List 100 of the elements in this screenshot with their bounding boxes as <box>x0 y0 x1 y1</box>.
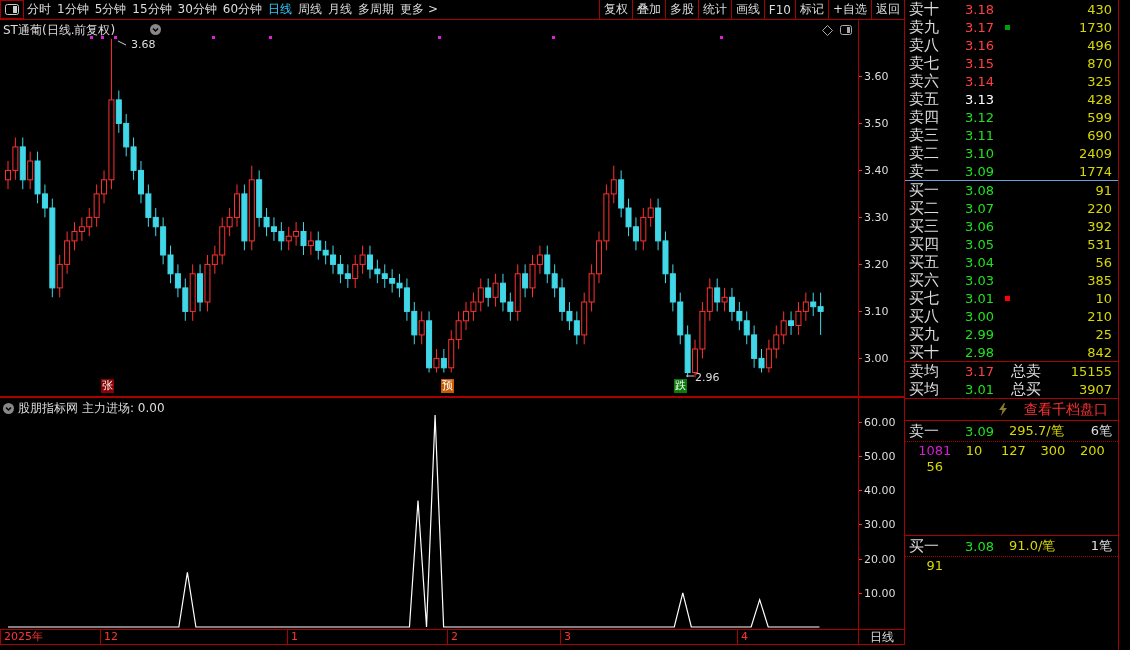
period-tab[interactable]: 多周期 <box>355 0 398 19</box>
level-price: 2.98 <box>965 345 995 360</box>
axis-label: 40.00 <box>864 483 896 497</box>
candlestick <box>307 231 314 256</box>
level-label: 卖九 <box>909 18 940 37</box>
level-volume: 496 <box>1086 38 1112 53</box>
candlestick <box>315 231 322 261</box>
candlestick <box>714 278 721 312</box>
toolbar-button[interactable]: 统计 <box>698 0 732 19</box>
candlestick <box>433 348 440 373</box>
level-price: 3.03 <box>965 273 995 288</box>
level-price: 3.09 <box>965 164 995 179</box>
order-size: 127 <box>1000 443 1027 458</box>
level-volume: 599 <box>1086 110 1112 125</box>
period-tab[interactable]: 周线 <box>295 0 326 19</box>
period-tab[interactable]: 1分钟 <box>54 0 92 19</box>
level-price: 3.13 <box>965 92 995 107</box>
indicator-reading: 主力进场: 0.00 <box>82 400 165 417</box>
period-tab[interactable]: 月线 <box>325 0 356 19</box>
period-tab[interactable]: 30分钟 <box>174 0 220 19</box>
candlestick <box>300 221 307 256</box>
level-volume: 10 <box>1094 291 1112 306</box>
signal-tag: 张 <box>101 379 114 393</box>
period-tab[interactable]: 更多 > <box>397 0 441 19</box>
level-volume: 210 <box>1086 309 1112 324</box>
level-label: 卖七 <box>909 54 940 73</box>
level-label: 卖八 <box>909 36 940 55</box>
level-price: 3.04 <box>965 255 995 270</box>
level-label: 卖二 <box>909 144 940 163</box>
axis-label: 3.20 <box>864 257 889 271</box>
level-price: 3.01 <box>965 291 995 306</box>
order-size: 91 <box>925 558 944 573</box>
chart-title: ST通葡(日线.前复权) <box>3 22 116 39</box>
summary-label: 卖均 <box>909 362 940 381</box>
toolbar-button[interactable]: 画线 <box>731 0 765 19</box>
toolbar-button[interactable]: 返回 <box>872 0 905 19</box>
toolbar-button[interactable]: 叠加 <box>632 0 666 19</box>
axis-label: 3.10 <box>864 304 889 318</box>
date-label: 12 <box>100 630 118 644</box>
level-volume: 385 <box>1086 273 1112 288</box>
candlestick <box>418 310 425 345</box>
axis-label: 10.00 <box>864 586 896 600</box>
toolbar-button[interactable]: 标记 <box>795 0 829 19</box>
depth-link[interactable]: 查看千档盘口 <box>1024 400 1108 419</box>
total-volume: 3907 <box>1077 382 1112 397</box>
candlestick <box>721 287 728 312</box>
date-label: 4 <box>737 630 748 644</box>
level-price: 3.05 <box>965 237 995 252</box>
candlestick <box>544 245 551 284</box>
total-volume: 15155 <box>1069 364 1112 379</box>
axis-label: 3.60 <box>864 69 889 83</box>
candlestick <box>440 348 447 373</box>
order-count: 1笔 <box>1090 537 1112 555</box>
signal-tag: 预 <box>441 379 454 393</box>
level-volume: 690 <box>1086 128 1112 143</box>
date-label: 3 <box>560 630 571 644</box>
average-price: 3.17 <box>965 364 995 379</box>
queue-price: 3.08 <box>965 538 995 554</box>
level-volume: 870 <box>1086 56 1112 71</box>
order-size: 300 <box>1039 443 1067 458</box>
queue-label: 卖一 <box>909 421 940 441</box>
level-label: 买二 <box>909 199 940 218</box>
toolbar-button[interactable]: +自选 <box>828 0 872 19</box>
period-tab[interactable]: 15分钟 <box>129 0 175 19</box>
toolbar-button[interactable]: 多股 <box>665 0 699 19</box>
order-size: 10 <box>964 443 984 458</box>
level-price: 3.15 <box>965 56 995 71</box>
level-volume: 25 <box>1094 327 1112 342</box>
level-price: 3.16 <box>965 38 995 53</box>
toolbar-button[interactable]: F10 <box>764 0 796 19</box>
candlestick <box>640 207 647 251</box>
period-tab[interactable]: 日线 <box>265 0 296 19</box>
order-size: 200 <box>1078 443 1106 458</box>
period-tab[interactable]: 分时 <box>24 0 54 19</box>
candlestick <box>492 273 499 308</box>
order-size: 56 <box>925 459 944 474</box>
axis-label: 3.00 <box>864 351 889 365</box>
axis-label: 30.00 <box>864 517 896 531</box>
candlestick <box>788 310 795 336</box>
level-price: 3.08 <box>965 183 995 198</box>
level-price: 2.99 <box>965 327 995 342</box>
date-label: 2025年 <box>0 630 43 644</box>
axis-label: 3.30 <box>864 210 889 224</box>
order-size: 1081 <box>917 443 953 458</box>
average-size: 91.0/笔 <box>1009 537 1057 555</box>
level-volume: 2409 <box>1077 146 1112 161</box>
toolbar-button[interactable]: 复权 <box>599 0 633 19</box>
level-label: 买五 <box>909 253 940 272</box>
level-volume: 325 <box>1086 74 1112 89</box>
period-tab[interactable]: 60分钟 <box>219 0 266 19</box>
average-price: 3.01 <box>965 382 995 397</box>
period-tab[interactable]: 5分钟 <box>91 0 130 19</box>
level-volume: 91 <box>1094 183 1112 198</box>
level-price: 3.10 <box>965 146 995 161</box>
level-label: 卖一 <box>909 162 940 181</box>
low-price-label: 2.96 <box>695 371 720 384</box>
level-label: 买七 <box>909 289 940 308</box>
level-volume: 428 <box>1086 92 1112 107</box>
level-label: 买八 <box>909 307 940 326</box>
signal-tag: 跌 <box>674 379 687 393</box>
